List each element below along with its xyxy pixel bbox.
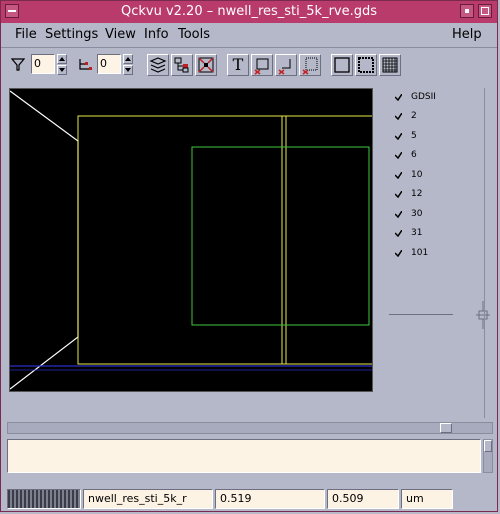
main-window: Qckvu v2.20 – nwell_res_sti_5k_rve.gds F… — [0, 0, 498, 512]
select-area-icon — [302, 57, 318, 75]
layout-canvas[interactable] — [9, 88, 373, 392]
checkbox-icon[interactable] — [395, 133, 402, 140]
filter-down-arrow-icon[interactable] — [57, 65, 67, 75]
filter-up-arrow-icon[interactable] — [57, 54, 67, 64]
menu-settings[interactable]: Settings — [45, 27, 98, 42]
layer-label: 10 — [411, 170, 423, 180]
activity-indicator — [7, 489, 81, 509]
status-cell-name: nwell_res_sti_5k_r — [83, 489, 213, 509]
status-units: um — [401, 489, 453, 509]
measure-tool-button[interactable] — [275, 54, 297, 76]
sash-divider — [389, 314, 453, 315]
dotted-fill-button[interactable] — [355, 54, 377, 76]
status-y-coord: 0.509 — [327, 489, 399, 509]
hierarchy-up-arrow-icon[interactable] — [123, 54, 133, 64]
checkbox-icon[interactable] — [395, 152, 402, 159]
zoom-fit-button[interactable] — [195, 54, 217, 76]
title-bar[interactable]: Qckvu v2.20 – nwell_res_sti_5k_rve.gds — [1, 1, 497, 23]
filter-icon — [10, 57, 26, 74]
menu-help[interactable]: Help — [452, 27, 482, 42]
layer-label: 5 — [411, 131, 417, 141]
grid-fill-icon — [382, 57, 398, 73]
zoom-fit-icon — [198, 57, 214, 73]
layer-label: GDSII — [411, 92, 436, 102]
hierarchy-view-icon — [174, 57, 189, 73]
ruler-tool-button[interactable] — [251, 54, 273, 76]
checkbox-icon[interactable] — [395, 211, 402, 218]
checkbox-icon[interactable] — [395, 113, 402, 120]
menu-info[interactable]: Info — [144, 27, 169, 42]
hierarchy-view-button[interactable] — [171, 54, 193, 76]
message-scroll-thumb[interactable] — [484, 440, 492, 452]
toolbar: 0 0 T — [1, 49, 497, 83]
layer-label: 2 — [411, 111, 417, 121]
checkbox-icon[interactable] — [395, 94, 402, 101]
vertical-divider — [484, 88, 485, 418]
hierarchy-level-field[interactable]: 0 — [97, 54, 121, 74]
menu-bar: File Settings View Info Tools Help — [1, 23, 497, 48]
layer-label: 12 — [411, 189, 423, 199]
measure-icon — [278, 59, 291, 75]
menu-tools[interactable]: Tools — [178, 27, 210, 42]
hierarchy-down-arrow-icon[interactable] — [123, 65, 133, 75]
checkbox-icon[interactable] — [395, 250, 402, 257]
dotted-fill-icon — [358, 57, 374, 73]
hscroll-thumb[interactable] — [440, 423, 452, 433]
message-scrollbar[interactable] — [483, 439, 493, 473]
layer-label: 30 — [411, 209, 423, 219]
hierarchy-icon — [77, 57, 93, 76]
select-area-button[interactable] — [299, 54, 321, 76]
message-area[interactable] — [7, 439, 481, 473]
grid-fill-button[interactable] — [379, 54, 401, 76]
outline-fill-button[interactable] — [331, 54, 353, 76]
layer-label: 6 — [411, 150, 417, 160]
status-x-coord: 0.519 — [215, 489, 325, 509]
outline-fill-icon — [334, 57, 350, 73]
ruler-icon — [254, 58, 269, 75]
layer-label: 31 — [411, 228, 423, 238]
window-title: Qckvu v2.20 – nwell_res_sti_5k_rve.gds — [120, 4, 378, 19]
layer-stack-icon — [149, 57, 167, 73]
layer-stack-button[interactable] — [147, 54, 169, 76]
minimize-button[interactable] — [460, 4, 474, 18]
layer-label: 101 — [411, 248, 429, 258]
sash-handle[interactable] — [476, 301, 490, 329]
horizontal-scrollbar[interactable] — [7, 422, 493, 434]
maximize-button[interactable] — [478, 4, 492, 18]
menu-file[interactable]: File — [15, 27, 37, 42]
filter-level-field[interactable]: 0 — [31, 54, 55, 74]
checkbox-icon[interactable] — [395, 172, 402, 179]
checkbox-icon[interactable] — [395, 191, 402, 198]
menu-view[interactable]: View — [105, 27, 136, 42]
checkbox-icon[interactable] — [395, 230, 402, 237]
text-tool-button[interactable]: T — [227, 54, 249, 76]
